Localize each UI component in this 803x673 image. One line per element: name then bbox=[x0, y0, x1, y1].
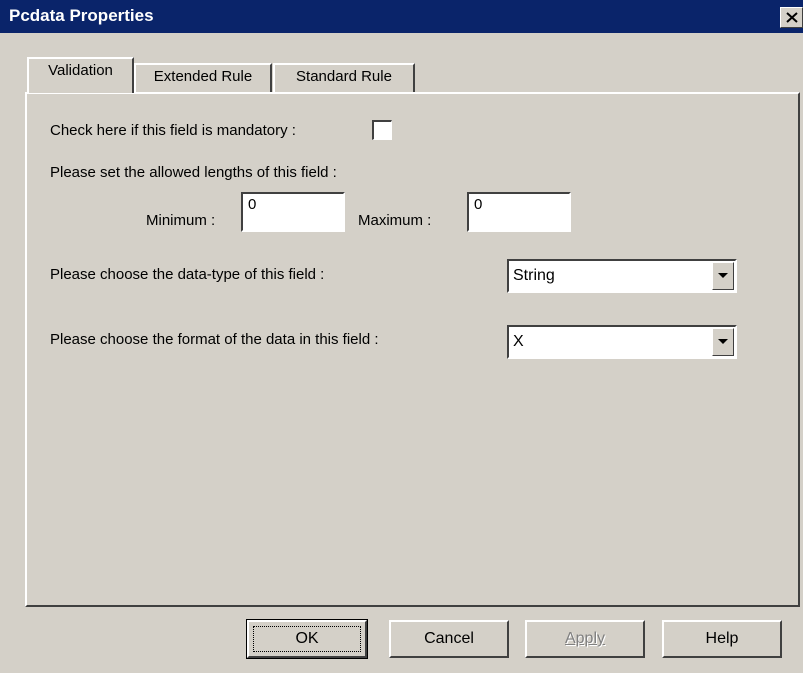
apply-label: Apply bbox=[564, 630, 606, 647]
title-bar: Pcdata Properties bbox=[0, 0, 803, 33]
help-label: Help bbox=[705, 630, 739, 647]
window-title: Pcdata Properties bbox=[9, 6, 154, 25]
cancel-label: Cancel bbox=[424, 630, 474, 647]
help-button[interactable]: Help bbox=[662, 620, 782, 658]
validation-panel bbox=[25, 92, 800, 607]
apply-button[interactable]: Apply bbox=[525, 620, 645, 658]
focus-rectangle bbox=[253, 626, 361, 652]
tab-validation[interactable]: Validation bbox=[27, 57, 134, 93]
close-icon bbox=[786, 12, 798, 23]
close-button[interactable] bbox=[780, 7, 803, 28]
pcdata-properties-dialog: Pcdata Properties Validation Extended Ru… bbox=[0, 0, 803, 673]
cancel-button[interactable]: Cancel bbox=[389, 620, 509, 658]
ok-button[interactable]: OK bbox=[246, 619, 368, 659]
tab-standard-rule[interactable]: Standard Rule bbox=[273, 63, 415, 93]
tab-extended-rule[interactable]: Extended Rule bbox=[134, 63, 272, 93]
